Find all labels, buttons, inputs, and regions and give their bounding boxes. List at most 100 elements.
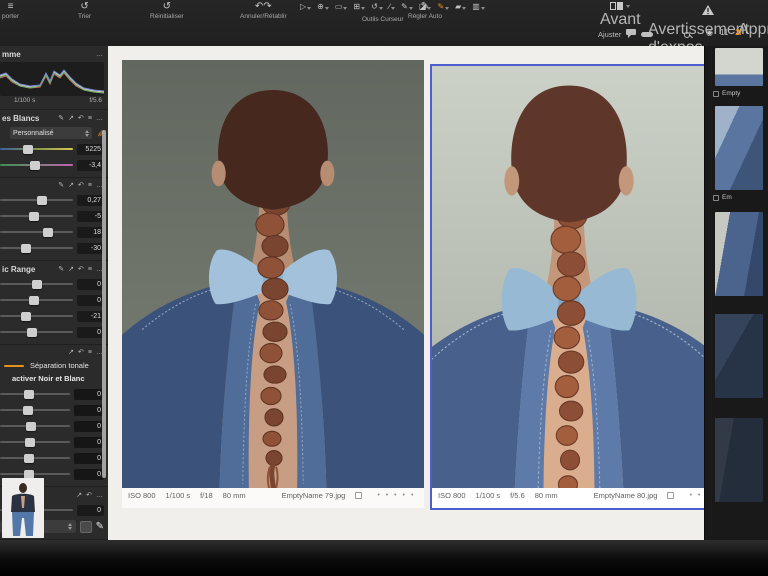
eye-icon[interactable]: ◉ <box>706 28 713 37</box>
slider-knob[interactable] <box>29 296 39 305</box>
shadow-color-swatch[interactable] <box>80 521 92 533</box>
exposure-slider[interactable] <box>0 199 73 201</box>
toggle-pill-icon[interactable] <box>641 32 653 37</box>
eyedropper-icon[interactable]: ✎ <box>58 115 64 123</box>
export-button[interactable]: ≡ porter <box>2 2 19 20</box>
bw-magenta-slider[interactable] <box>0 473 70 475</box>
rotate-tool-icon[interactable]: ↺ <box>371 2 383 11</box>
exposure-value[interactable]: 0,27 <box>77 195 104 206</box>
erase-tool-icon[interactable]: ▰ <box>455 2 466 11</box>
slider-knob[interactable] <box>21 312 31 321</box>
mask-tool-icon[interactable]: ◪ <box>419 2 432 11</box>
saturation-value[interactable]: -30 <box>77 243 104 254</box>
slider-knob[interactable] <box>43 228 53 237</box>
bw-magenta-value[interactable]: 0 <box>74 469 104 480</box>
slider-knob[interactable] <box>29 212 39 221</box>
saturation-slider[interactable] <box>0 247 73 249</box>
gradient-tool-icon[interactable]: ▥ <box>472 2 485 11</box>
slider-knob[interactable] <box>26 422 36 431</box>
slider-knob[interactable] <box>21 244 31 253</box>
bw-green-value[interactable]: 0 <box>74 437 104 448</box>
temperature-slider[interactable] <box>0 148 73 150</box>
temperature-value[interactable]: 5225 <box>77 144 104 155</box>
black-value[interactable]: 0 <box>77 327 104 338</box>
contrast-slider[interactable] <box>0 215 73 217</box>
copy-icon[interactable]: ↗ <box>68 182 74 190</box>
wb-mode-select[interactable]: Personnalisé <box>10 127 92 139</box>
copy-icon[interactable]: ↗ <box>68 115 74 123</box>
tint-value[interactable]: -3,4 <box>77 160 104 171</box>
filmstrip-thumbnail[interactable] <box>715 418 763 502</box>
brightness-value[interactable]: 18 <box>77 227 104 238</box>
bw-blue-slider[interactable] <box>0 457 70 459</box>
bw-green-slider[interactable] <box>0 441 70 443</box>
select-checkbox[interactable] <box>667 492 674 499</box>
slider-knob[interactable] <box>32 280 42 289</box>
filmstrip-thumbnail[interactable] <box>715 212 763 296</box>
crop-tool-icon[interactable]: ⊞ <box>353 2 365 11</box>
reset-button[interactable]: ↺ Réinitialiser <box>150 2 184 20</box>
slider-knob[interactable] <box>37 196 47 205</box>
pan-tool-icon[interactable]: ⊕ <box>317 2 329 11</box>
presets-icon[interactable]: ≡ <box>88 349 92 357</box>
bw-red-value[interactable]: 0 <box>74 389 104 400</box>
eyedropper-icon[interactable]: ✎ <box>58 266 64 274</box>
sort-button[interactable]: ↺ Trier <box>78 2 91 20</box>
more-icon[interactable]: … <box>96 51 103 59</box>
tint-slider[interactable] <box>0 164 73 166</box>
select-checkbox[interactable] <box>355 492 362 499</box>
frame-tool-icon[interactable]: ▭ <box>335 2 348 11</box>
slider-knob[interactable] <box>23 145 33 154</box>
slider-knob[interactable] <box>27 328 37 337</box>
contrast-value[interactable]: -5 <box>77 211 104 222</box>
shadow-value[interactable]: 0 <box>77 295 104 306</box>
copy-icon[interactable]: ↗ <box>68 349 74 357</box>
copy-icon[interactable]: ↗ <box>68 266 74 274</box>
black-slider[interactable] <box>0 331 73 333</box>
bw-orange-slider[interactable] <box>0 409 70 411</box>
slider-knob[interactable] <box>25 438 35 447</box>
presets-icon[interactable]: ≡ <box>88 182 92 190</box>
undo-redo-button[interactable]: ↶↷ Annuler/Rétablir <box>240 2 287 20</box>
presets-icon[interactable]: ≡ <box>88 115 92 123</box>
highlight-slider[interactable] <box>0 283 73 285</box>
eyedropper-icon[interactable]: ✎ <box>58 182 64 190</box>
white-value[interactable]: -21 <box>77 311 104 322</box>
filmstrip-thumbnail[interactable] <box>715 314 763 398</box>
photo-card-1[interactable]: ISO 800 1/100 s f/18 80 mm EmptyName 79.… <box>122 60 424 508</box>
select-checkbox[interactable] <box>713 195 719 201</box>
slider-knob[interactable] <box>24 454 34 463</box>
rating-dots[interactable]: • • • • • <box>377 492 415 499</box>
bw-red-slider[interactable] <box>0 393 70 395</box>
copy-icon[interactable]: ↗ <box>76 492 82 500</box>
chat-icon[interactable] <box>626 29 636 40</box>
shadow-slider[interactable] <box>0 299 73 301</box>
filmstrip-thumbnail[interactable] <box>715 48 763 86</box>
select-checkbox[interactable] <box>713 91 719 97</box>
brightness-slider[interactable] <box>0 231 73 233</box>
bw-yellow-slider[interactable] <box>0 425 70 427</box>
local-reset-icon[interactable]: ↶ <box>86 492 92 500</box>
local-reset-icon[interactable]: ↶ <box>78 182 84 190</box>
color-picker-icon[interactable]: ✎ <box>96 521 104 532</box>
straighten-tool-icon[interactable]: ∕ <box>389 2 395 11</box>
local-reset-icon[interactable]: ↶ <box>78 349 84 357</box>
local-reset-icon[interactable]: ↶ <box>78 115 84 123</box>
slider-knob[interactable] <box>23 406 33 415</box>
search-icon[interactable] <box>684 32 690 38</box>
pointer-tool-icon[interactable]: ▷ <box>300 2 311 11</box>
draw-mask-tool-icon[interactable]: ✎ <box>437 2 449 11</box>
sidebar-scrollbar[interactable] <box>102 130 106 478</box>
spot-tool-icon[interactable]: ✎ <box>401 2 413 11</box>
smart-style-thumbnail[interactable] <box>2 478 44 538</box>
bw-enable-checkbox[interactable]: activer Noir et Blanc <box>0 372 108 386</box>
more-icon[interactable]: … <box>96 115 103 123</box>
slider-knob[interactable] <box>24 390 34 399</box>
more-icon[interactable]: … <box>96 492 103 500</box>
bw-orange-value[interactable]: 0 <box>74 405 104 416</box>
presets-icon[interactable]: ≡ <box>88 266 92 274</box>
photo-card-2[interactable]: ISO 800 1/100 s f/5.6 80 mm EmptyName 80… <box>430 64 708 510</box>
bw-yellow-value[interactable]: 0 <box>74 421 104 432</box>
tab-split-tone[interactable]: Séparation tonale <box>30 361 89 370</box>
local-reset-icon[interactable]: ↶ <box>78 266 84 274</box>
